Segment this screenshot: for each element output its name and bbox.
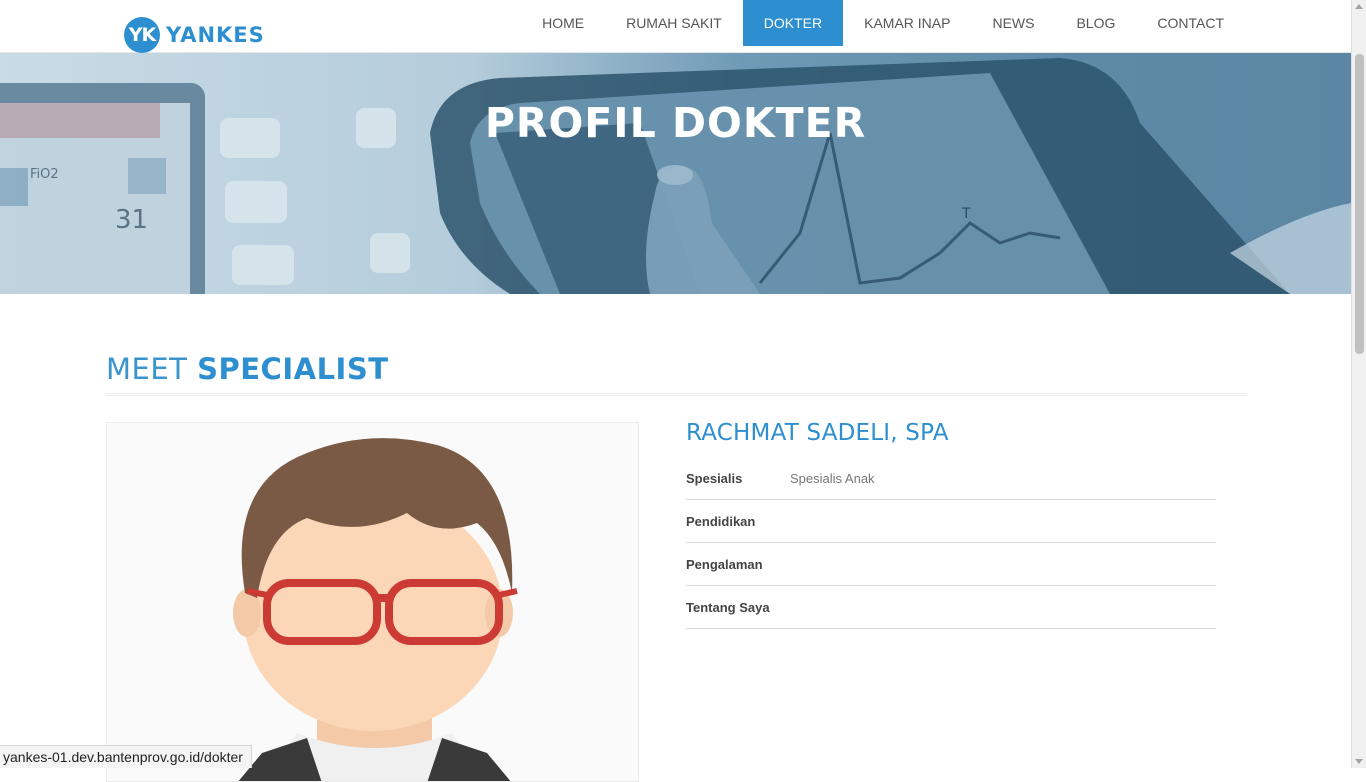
section-title-bold: SPECIALIST [197, 352, 388, 386]
scroll-up-arrow-icon[interactable] [1355, 4, 1363, 9]
hero-title: PROFIL DOKTER [0, 99, 1351, 147]
logo-badge: YK [124, 17, 160, 53]
doctor-avatar-illustration [107, 423, 639, 782]
svg-text:T: T [961, 206, 971, 222]
info-row-tentang-saya: Tentang Saya [686, 586, 1216, 629]
info-row-spesialis: Spesialis Spesialis Anak [686, 457, 1216, 500]
top-navbar: YK YANKES HOME RUMAH SAKIT DOKTER KAMAR … [0, 0, 1351, 53]
info-label: Tentang Saya [686, 600, 790, 615]
doctor-name: RACHMAT SADELI, SPA [686, 420, 949, 446]
info-label: Pengalaman [686, 557, 790, 572]
info-row-pengalaman: Pengalaman [686, 543, 1216, 586]
doctor-photo [106, 422, 639, 782]
hero-banner: FiO2 31 T PROFIL DOKTER [0, 53, 1351, 294]
main-nav: HOME RUMAH SAKIT DOKTER KAMAR INAP NEWS … [521, 0, 1245, 46]
section-title: MEET SPECIALIST [106, 352, 389, 386]
nav-home[interactable]: HOME [521, 0, 605, 46]
nav-dokter[interactable]: DOKTER [743, 0, 843, 46]
info-label: Pendidikan [686, 514, 790, 529]
info-row-pendidikan: Pendidikan [686, 500, 1216, 543]
section-title-light: MEET [106, 352, 187, 386]
site-logo[interactable]: YK YANKES [124, 17, 265, 53]
svg-text:FiO2: FiO2 [30, 167, 59, 182]
section-divider [106, 393, 1247, 396]
nav-news[interactable]: NEWS [971, 0, 1055, 46]
logo-text: YANKES [166, 23, 265, 47]
info-value: Spesialis Anak [790, 471, 875, 486]
page-scrollbar[interactable] [1351, 0, 1366, 768]
svg-text:31: 31 [115, 205, 148, 235]
link-status-bar: yankes-01.dev.bantenprov.go.id/dokter [0, 745, 252, 768]
nav-contact[interactable]: CONTACT [1136, 0, 1245, 46]
nav-blog[interactable]: BLOG [1055, 0, 1136, 46]
nav-rumah-sakit[interactable]: RUMAH SAKIT [605, 0, 743, 46]
nav-kamar-inap[interactable]: KAMAR INAP [843, 0, 971, 46]
scrollbar-thumb[interactable] [1355, 54, 1364, 354]
doctor-info-table: Spesialis Spesialis Anak Pendidikan Peng… [686, 457, 1216, 629]
scroll-down-arrow-icon[interactable] [1355, 759, 1363, 764]
info-label: Spesialis [686, 471, 790, 486]
hero-background-image: FiO2 31 T [0, 53, 1351, 294]
